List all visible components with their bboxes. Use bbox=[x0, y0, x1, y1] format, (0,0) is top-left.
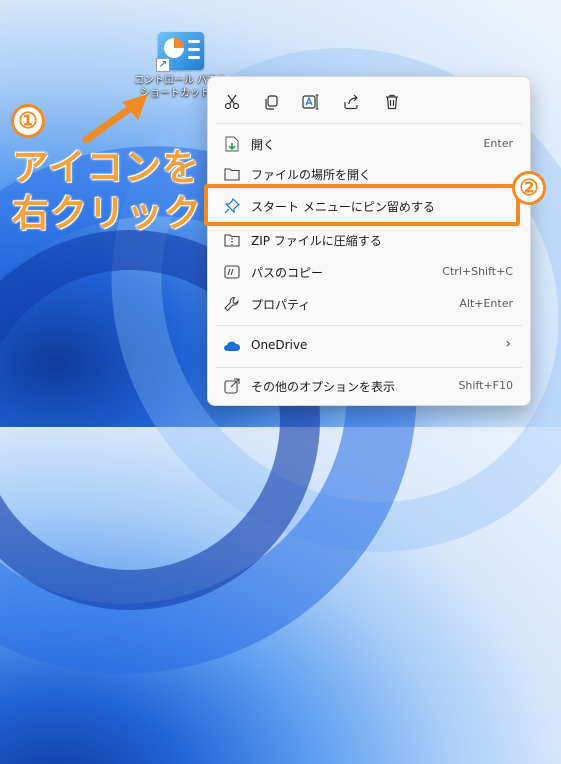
menu-item-compress-zip[interactable]: ZIP ファイルに圧縮する bbox=[213, 225, 525, 255]
menu-item-onedrive[interactable]: OneDrive › bbox=[213, 331, 525, 361]
open-icon bbox=[223, 136, 241, 152]
wrench-icon bbox=[223, 296, 241, 312]
copy-icon[interactable] bbox=[257, 89, 285, 115]
annotation-text-line2: 右クリック bbox=[12, 192, 202, 235]
context-menu-toolbar bbox=[208, 87, 530, 117]
menu-item-properties[interactable]: プロパティ Alt+Enter bbox=[213, 289, 525, 319]
share-icon[interactable] bbox=[337, 89, 365, 115]
step-2-badge: ② bbox=[512, 171, 546, 205]
step-1-badge: ① bbox=[11, 104, 45, 138]
menu-item-open[interactable]: 開く Enter bbox=[213, 129, 525, 159]
shortcut-arrow-icon: ↗ bbox=[156, 58, 170, 72]
zip-icon bbox=[223, 232, 241, 248]
menu-item-more-options[interactable]: その他のオプションを表示 Shift+F10 bbox=[213, 371, 525, 401]
menu-separator bbox=[216, 123, 522, 124]
annotation-text-line1: アイコンを bbox=[12, 146, 201, 189]
chevron-right-icon: › bbox=[505, 336, 511, 352]
orange-arrow-icon bbox=[82, 94, 148, 144]
menu-separator bbox=[216, 367, 522, 368]
path-copy-icon bbox=[223, 264, 241, 280]
cut-icon[interactable] bbox=[218, 89, 246, 115]
delete-icon[interactable] bbox=[378, 89, 406, 115]
context-menu: 開く Enter ファイルの場所を開く スタート メニューにピン留めする ZIP… bbox=[207, 76, 531, 406]
menu-item-copy-path[interactable]: パスのコピー Ctrl+Shift+C bbox=[213, 257, 525, 287]
menu-separator bbox=[216, 325, 522, 326]
highlight-box-pin-to-start bbox=[204, 184, 520, 226]
onedrive-icon bbox=[223, 338, 241, 354]
folder-icon bbox=[223, 166, 241, 182]
more-options-icon bbox=[223, 378, 241, 394]
rename-icon[interactable] bbox=[297, 89, 325, 115]
